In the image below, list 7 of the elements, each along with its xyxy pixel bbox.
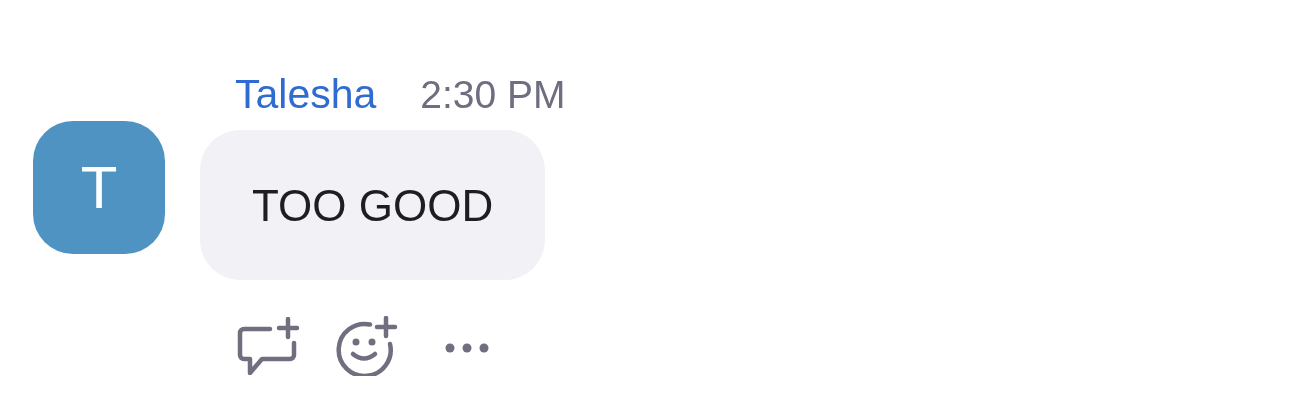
avatar: T [33,121,165,254]
sender-name[interactable]: Talesha [235,71,377,118]
message-time: 2:30 PM [420,73,566,117]
message-bubble: TOO GOOD [200,130,546,280]
comment-plus-icon[interactable] [236,317,300,375]
smiley-plus-icon[interactable] [336,316,400,376]
more-icon[interactable] [444,342,490,354]
